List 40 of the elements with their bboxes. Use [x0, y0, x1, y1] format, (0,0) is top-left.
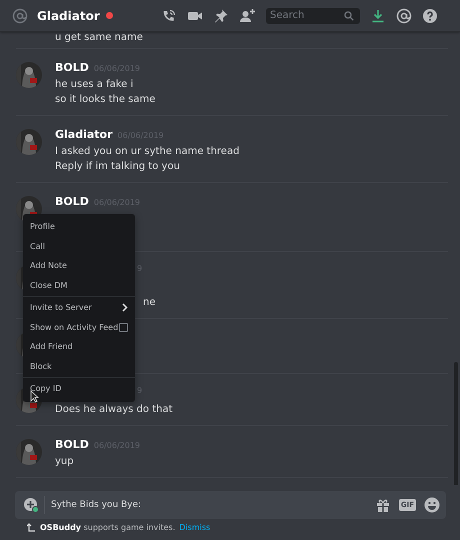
message-text: I asked you on ur sythe name thread	[55, 145, 240, 159]
author-name[interactable]: Gladiator	[55, 128, 113, 141]
gift-icon[interactable]	[374, 497, 391, 513]
dismiss-link[interactable]: Dismiss	[179, 523, 210, 532]
menu-item[interactable]: Call	[23, 236, 135, 256]
checkbox[interactable]	[119, 322, 128, 332]
message-text: he uses a fake i	[55, 78, 134, 92]
menu-item[interactable]: Add Note	[23, 256, 135, 276]
author-name[interactable]: BOLD	[55, 195, 89, 208]
menu-item[interactable]: Add Friend	[23, 337, 135, 356]
chevron-right-icon	[122, 303, 128, 312]
menu-item[interactable]: Profile	[23, 217, 135, 236]
author-name[interactable]: BOLD	[55, 61, 89, 74]
message-text: yup	[55, 455, 75, 469]
add-friend-icon[interactable]	[239, 8, 256, 24]
channel-title: Gladiator	[37, 8, 100, 22]
message-text: Does he always do that	[55, 403, 172, 417]
download-icon[interactable]	[370, 8, 386, 24]
message-text: Reply if im talking to you	[55, 160, 181, 174]
at-icon	[12, 8, 28, 24]
menu-item[interactable]: Show on Activity Feed	[23, 318, 135, 337]
message-text: so it looks the same	[55, 93, 156, 107]
menu-item[interactable]: Invite to Server	[23, 298, 135, 318]
add-attachment-icon[interactable]	[23, 497, 39, 513]
message-text: ne	[143, 296, 156, 310]
help-icon[interactable]	[422, 8, 438, 24]
search-field[interactable]: Search	[266, 8, 360, 24]
emoji-icon[interactable]	[424, 497, 440, 513]
menu-item[interactable]: Copy ID	[23, 379, 135, 398]
status-dot	[106, 12, 113, 19]
menu-item[interactable]: Close DM	[23, 276, 135, 295]
pin-icon[interactable]	[213, 8, 229, 24]
notice-text: OSBuddy supports game invites.	[40, 523, 176, 532]
phone-call-icon[interactable]	[161, 8, 177, 24]
search-icon[interactable]	[344, 10, 354, 20]
author-name[interactable]: BOLD	[55, 438, 89, 451]
message-text: u get same name	[55, 32, 143, 44]
at-icon[interactable]	[396, 8, 412, 24]
menu-item[interactable]: Block	[23, 356, 135, 376]
upload-arrow-icon	[27, 523, 36, 532]
